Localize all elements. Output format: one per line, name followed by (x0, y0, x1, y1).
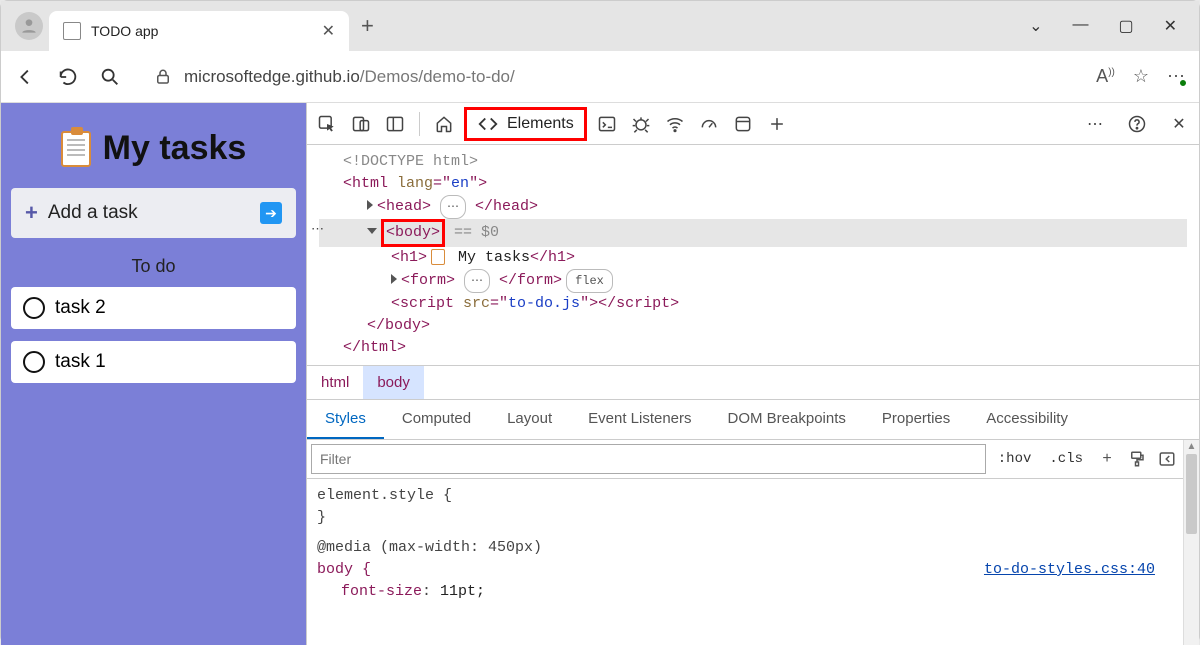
submit-arrow-icon[interactable]: ➔ (260, 202, 282, 224)
favorite-icon[interactable]: ☆ (1133, 66, 1149, 87)
home-icon[interactable] (430, 110, 458, 138)
tab-accessibility[interactable]: Accessibility (968, 400, 1086, 439)
back-button[interactable] (15, 66, 37, 88)
close-devtools-icon[interactable]: ✕ (1165, 110, 1193, 138)
new-style-icon[interactable]: + (1095, 447, 1119, 471)
page-viewport: My tasks + Add a task ➔ To do task 2 tas… (1, 103, 306, 645)
task-item[interactable]: task 1 (11, 341, 296, 383)
browser-tab[interactable]: TODO app ✕ (49, 11, 349, 51)
refresh-button[interactable] (57, 66, 79, 88)
task-item[interactable]: task 2 (11, 287, 296, 329)
crumb-html[interactable]: html (307, 366, 363, 399)
page-title: My tasks (11, 113, 296, 188)
tab-title: TODO app (91, 23, 312, 39)
profile-avatar[interactable] (15, 12, 43, 40)
dom-node[interactable]: <html lang="en"> (319, 173, 1187, 195)
new-tab-button[interactable]: + (361, 13, 374, 39)
clipboard-icon (61, 131, 91, 167)
clipboard-icon (431, 249, 445, 265)
performance-icon[interactable] (695, 110, 723, 138)
tab-layout[interactable]: Layout (489, 400, 570, 439)
source-link[interactable]: to-do-styles.css:40 (984, 559, 1155, 581)
dom-node[interactable]: <form> ⋯ </form>flex (319, 269, 1187, 293)
dom-node[interactable]: <!DOCTYPE html> (319, 151, 1187, 173)
add-task-input[interactable]: + Add a task ➔ (11, 188, 296, 238)
plus-icon: + (25, 200, 38, 226)
paint-icon[interactable] (1125, 447, 1149, 471)
tab-properties[interactable]: Properties (864, 400, 968, 439)
inspect-icon[interactable] (313, 110, 341, 138)
close-tab-icon[interactable]: ✕ (322, 21, 335, 41)
dom-node[interactable]: </html> (319, 337, 1187, 359)
menu-icon[interactable]: ⋯ (1167, 66, 1185, 87)
network-icon[interactable] (661, 110, 689, 138)
console-icon[interactable] (593, 110, 621, 138)
browser-toolbar: microsoftedge.github.io/Demos/demo-to-do… (1, 51, 1199, 103)
url-text: microsoftedge.github.io/Demos/demo-to-do… (184, 67, 515, 87)
favicon-icon (63, 22, 81, 40)
dom-node[interactable]: </body> (319, 315, 1187, 337)
tab-dom-breakpoints[interactable]: DOM Breakpoints (710, 400, 864, 439)
section-heading: To do (11, 256, 296, 277)
minimize-icon[interactable]: ― (1072, 16, 1088, 36)
more-icon[interactable]: ⋯ (1081, 110, 1109, 138)
tab-styles[interactable]: Styles (307, 400, 384, 439)
device-icon[interactable] (347, 110, 375, 138)
devtools-panel: Elements ⋯ ✕ <!DOCTYPE html> <html lang=… (306, 103, 1199, 645)
dom-node[interactable]: <head> ⋯ </head> (319, 195, 1187, 219)
crumb-body[interactable]: body (363, 366, 424, 399)
maximize-icon[interactable]: ▢ (1118, 16, 1133, 36)
computed-toggle-icon[interactable] (1155, 447, 1179, 471)
task-label: task 1 (55, 351, 106, 373)
hov-toggle[interactable]: :hov (992, 448, 1038, 470)
read-aloud-icon[interactable]: A)) (1096, 66, 1115, 87)
radio-icon[interactable] (23, 351, 45, 373)
cls-toggle[interactable]: .cls (1043, 448, 1089, 470)
address-bar[interactable]: microsoftedge.github.io/Demos/demo-to-do… (141, 59, 1076, 95)
scrollbar[interactable]: ▲ (1183, 440, 1199, 645)
dom-node[interactable]: <h1> My tasks</h1> (319, 247, 1187, 269)
radio-icon[interactable] (23, 297, 45, 319)
dom-node-body[interactable]: ⋯<body> == $0 (319, 219, 1187, 247)
help-icon[interactable] (1123, 110, 1151, 138)
tab-computed[interactable]: Computed (384, 400, 489, 439)
breadcrumb: html body (307, 365, 1199, 400)
bug-icon[interactable] (627, 110, 655, 138)
styles-rules[interactable]: element.style { } @media (max-width: 450… (307, 479, 1183, 609)
search-icon[interactable] (99, 66, 121, 88)
application-icon[interactable] (729, 110, 757, 138)
close-window-icon[interactable]: ✕ (1164, 16, 1177, 36)
devtools-toolbar: Elements ⋯ ✕ (307, 103, 1199, 145)
styles-toolbar: :hov .cls + (307, 440, 1183, 479)
task-label: task 2 (55, 297, 106, 319)
dom-node[interactable]: <script src="to-do.js"></script> (319, 293, 1187, 315)
tab-elements[interactable]: Elements (464, 107, 587, 141)
filter-input[interactable] (311, 444, 986, 474)
dom-tree[interactable]: <!DOCTYPE html> <html lang="en"> <head> … (307, 145, 1199, 365)
lock-icon (152, 66, 174, 88)
tab-event-listeners[interactable]: Event Listeners (570, 400, 709, 439)
chevron-down-icon[interactable]: ⌄ (1029, 16, 1042, 36)
add-task-label: Add a task (48, 202, 260, 224)
styles-subtabs: Styles Computed Layout Event Listeners D… (307, 400, 1199, 440)
window-titlebar: TODO app ✕ + ⌄ ― ▢ ✕ (1, 1, 1199, 51)
add-tool-icon[interactable] (763, 110, 791, 138)
panel-icon[interactable] (381, 110, 409, 138)
